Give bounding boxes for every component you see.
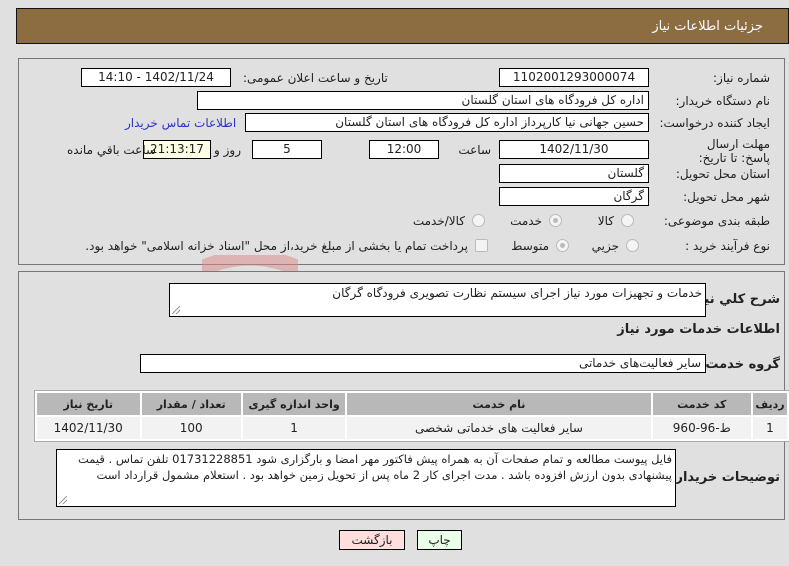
col-need-date: تاریخ نیاز	[37, 393, 140, 415]
announce-label: تاریخ و ساعت اعلان عمومی:	[243, 71, 388, 85]
deadline-date-field: 1402/11/30	[499, 140, 649, 159]
category-option-goods-service: کالا/خدمت	[412, 214, 465, 228]
creator-label: ایجاد کننده درخواست:	[659, 116, 770, 130]
summary-textarea[interactable]: خدمات و تجهیزات مورد نیاز اجرای سیستم نظ…	[169, 283, 706, 317]
col-unit: واحد اندازه گیری	[242, 393, 346, 415]
cell-unit: 1	[242, 417, 346, 439]
remaining-label: ساعت باقي مانده	[67, 143, 157, 157]
cell-service-code: ط-96-960	[652, 417, 751, 439]
buyer-notes-text: فایل پیوست مطالعه و تمام صفحات آن به همر…	[77, 452, 672, 482]
need-info-panel: شماره نیاز: 1102001293000074 تاریخ و ساع…	[18, 58, 785, 265]
print-button[interactable]: چاپ	[417, 530, 462, 550]
services-heading: اطلاعات خدمات مورد نیاز	[617, 322, 780, 337]
cell-need-date: 1402/11/30	[37, 417, 140, 439]
cell-quantity: 100	[141, 417, 241, 439]
buyer-notes-label: توضیحات خریدار:	[670, 470, 780, 485]
table-header-row: ردیف کد خدمت نام خدمت واحد اندازه گیری ت…	[37, 393, 787, 415]
treasury-payment-checkbox[interactable]	[475, 239, 488, 252]
need-number-field: 1102001293000074	[499, 68, 649, 87]
cell-service-name: سایر فعالیت های خدماتی شخصی	[347, 417, 651, 439]
service-group-field: سایر فعالیت‌های خدماتی	[140, 354, 706, 373]
col-quantity: تعداد / مقدار	[141, 393, 241, 415]
category-option-service: خدمت	[510, 214, 542, 228]
details-panel: شرح كلي نياز: خدمات و تجهیزات مورد نیاز …	[18, 271, 789, 520]
province-field: گلستان	[499, 164, 649, 183]
category-radio-service[interactable]	[549, 214, 562, 227]
col-service-code: کد خدمت	[652, 393, 751, 415]
page-title: جزئیات اطلاعات نیاز	[652, 19, 763, 34]
process-radio-minor[interactable]	[626, 239, 639, 252]
category-radio-goods[interactable]	[621, 214, 634, 227]
table-row: 1 ط-96-960 سایر فعالیت های خدماتی شخصی 1…	[37, 417, 787, 439]
process-radio-medium[interactable]	[556, 239, 569, 252]
buyer-org-label: نام دستگاه خریدار:	[675, 94, 771, 108]
cell-row: 1	[752, 417, 787, 439]
deadline-time-label: ساعت	[458, 143, 491, 157]
process-option-minor: جزیي	[591, 239, 619, 253]
treasury-payment-label: پرداخت تمام یا بخشی از مبلغ خرید،از محل …	[85, 239, 468, 253]
process-option-medium: متوسط	[511, 239, 549, 253]
province-label: استان محل تحویل:	[675, 167, 770, 181]
days-label: روز و	[214, 143, 241, 157]
category-label: طبقه بندی موضوعی:	[663, 214, 770, 228]
resize-grip-icon[interactable]	[59, 496, 67, 504]
category-option-goods: کالا	[597, 214, 614, 228]
back-button[interactable]: بازگشت	[339, 530, 405, 550]
city-label: شهر محل تحویل:	[683, 190, 770, 204]
category-radio-goods-service[interactable]	[472, 214, 485, 227]
buyer-notes-textarea[interactable]: فایل پیوست مطالعه و تمام صفحات آن به همر…	[56, 449, 676, 507]
creator-field: حسین جهانی نیا کارپرداز اداره کل فرودگاه…	[245, 113, 649, 132]
resize-grip-icon[interactable]	[172, 306, 180, 314]
buyer-contact-link[interactable]: اطلاعات تماس خریدار	[125, 116, 236, 130]
buyer-org-field: اداره کل فرودگاه های استان گلستان	[197, 91, 649, 110]
col-service-name: نام خدمت	[347, 393, 651, 415]
deadline-time-field: 12:00	[369, 140, 439, 159]
col-row: ردیف	[752, 393, 787, 415]
remaining-days-field: 5	[252, 140, 322, 159]
summary-text: خدمات و تجهیزات مورد نیاز اجرای سیستم نظ…	[332, 286, 702, 300]
service-group-label: گروه خدمت:	[700, 357, 780, 372]
deadline-label: مهلت ارسال پاسخ: تا تاریخ:	[698, 137, 770, 165]
city-field: گرگان	[499, 187, 649, 206]
announce-datetime-field: 1402/11/24 - 14:10	[81, 68, 231, 87]
need-number-label: شماره نیاز:	[713, 71, 770, 85]
services-table: ردیف کد خدمت نام خدمت واحد اندازه گیری ت…	[34, 390, 789, 442]
page-header: جزئیات اطلاعات نیاز	[16, 8, 789, 44]
process-label: نوع فرآیند خرید :	[685, 239, 770, 253]
